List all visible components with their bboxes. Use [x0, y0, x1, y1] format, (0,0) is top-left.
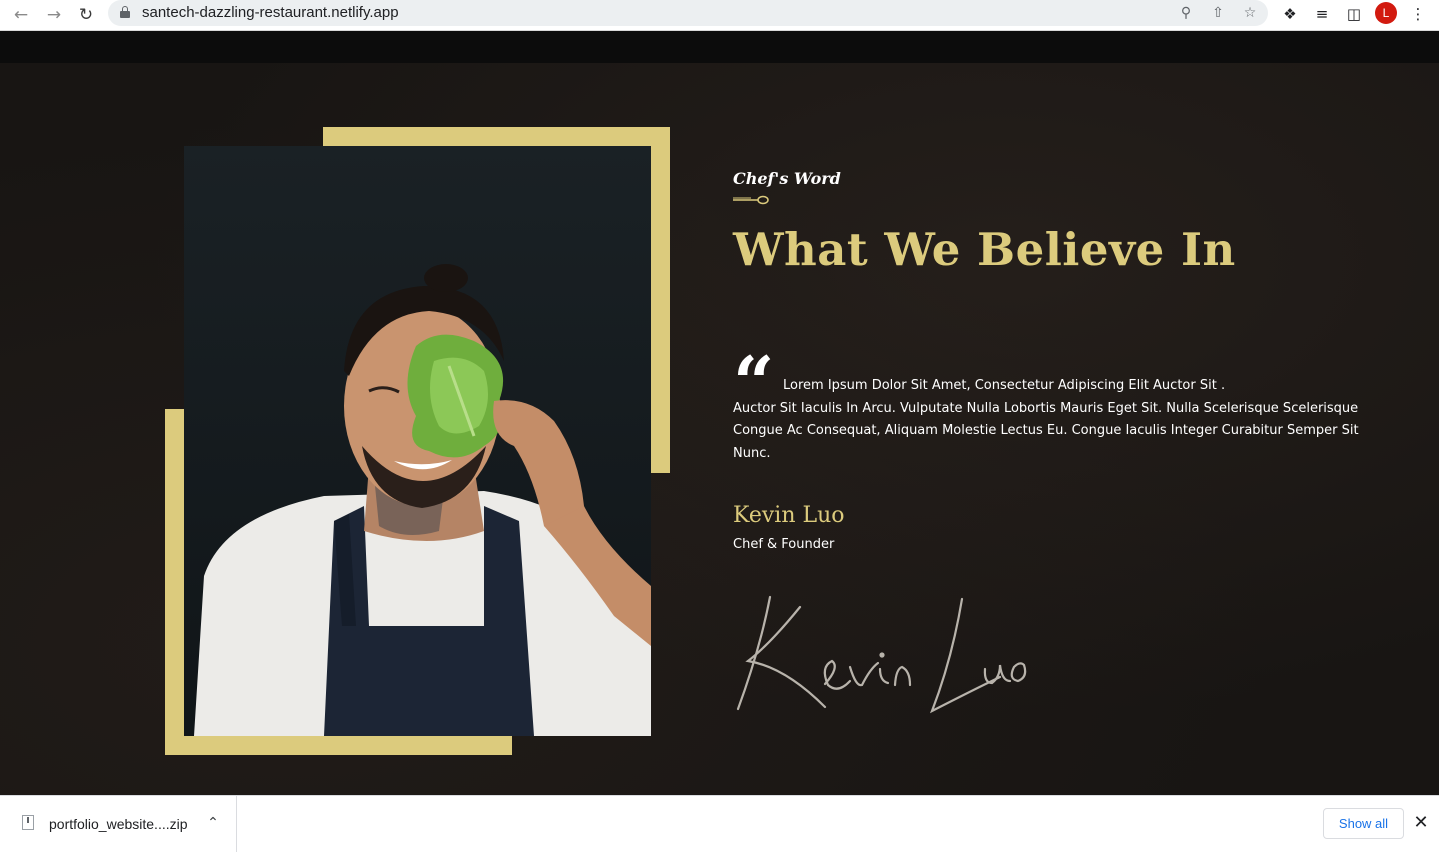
kebab-menu-icon[interactable]: ⋮: [1407, 3, 1429, 25]
quote-first-line: Lorem Ipsum Dolor Sit Amet, Consectetur …: [783, 378, 1226, 393]
share-icon[interactable]: ⇧: [1208, 3, 1228, 23]
side-panel-icon[interactable]: ◫: [1343, 3, 1365, 25]
address-bar[interactable]: santech-dazzling-restaurant.netlify.app …: [108, 0, 1268, 26]
download-file-name[interactable]: portfolio_website....zip: [49, 816, 188, 832]
lock-icon[interactable]: [120, 6, 130, 18]
browser-toolbar: ← → ↻ santech-dazzling-restaurant.netlif…: [0, 0, 1439, 31]
spoon-divider-icon: [733, 195, 769, 205]
download-bar: portfolio_website....zip ⌃ Show all ✕: [0, 795, 1439, 852]
quote-body: Auctor Sit Iaculis In Arcu. Vulputate Nu…: [733, 400, 1359, 461]
zoom-icon[interactable]: ⚲: [1176, 3, 1196, 23]
url-text[interactable]: santech-dazzling-restaurant.netlify.app: [142, 4, 399, 21]
reload-icon[interactable]: ↻: [74, 3, 98, 27]
puzzle-icon[interactable]: ❖: [1279, 3, 1301, 25]
star-icon[interactable]: ☆: [1240, 3, 1260, 23]
author-role: Chef & Founder: [733, 537, 835, 552]
chef-holding-lettuce-photo: [194, 264, 651, 736]
chef-photo: [184, 146, 651, 736]
show-all-button[interactable]: Show all: [1323, 808, 1404, 839]
section-heading: What We Believe In: [733, 223, 1236, 276]
chef-section: Chef's Word What We Believe In “ Lorem I…: [0, 31, 1439, 795]
chevron-up-icon[interactable]: ⌃: [204, 814, 222, 832]
media-queue-icon[interactable]: ≡: [1311, 3, 1333, 25]
forward-arrow-icon[interactable]: →: [42, 3, 66, 27]
zip-file-icon: [22, 815, 34, 830]
back-arrow-icon[interactable]: ←: [9, 3, 33, 27]
header-band: [0, 31, 1439, 63]
download-item[interactable]: portfolio_website....zip ⌃: [0, 796, 237, 852]
close-icon[interactable]: ✕: [1410, 812, 1432, 834]
profile-avatar[interactable]: L: [1375, 2, 1397, 24]
section-eyebrow: Chef's Word: [733, 169, 841, 188]
author-name: Kevin Luo: [733, 503, 845, 528]
quote-text: Lorem Ipsum Dolor Sit Amet, Consectetur …: [733, 375, 1363, 465]
signature-image: [736, 595, 1027, 714]
